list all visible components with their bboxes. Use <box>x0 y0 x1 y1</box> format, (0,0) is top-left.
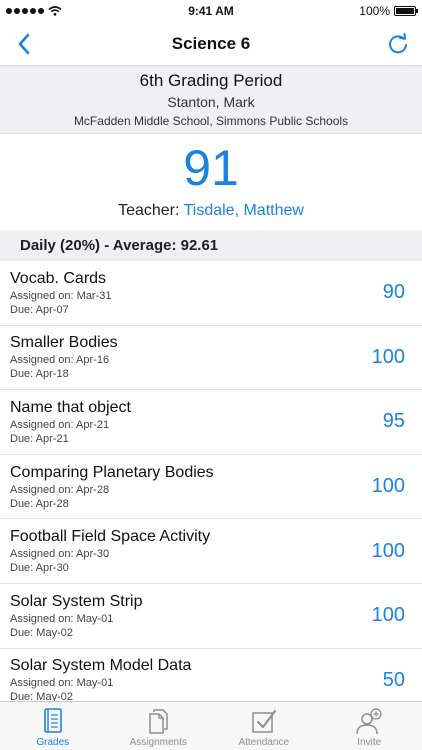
assignment-score: 95 <box>382 410 405 433</box>
add-user-icon <box>356 708 382 735</box>
grading-period-header: 6th Grading Period Stanton, Mark McFadde… <box>0 66 422 134</box>
documents-icon <box>149 709 168 734</box>
signal-strength-icon <box>6 8 44 14</box>
assignment-list: Vocab. Cards Assigned on: Mar-31 Due: Ap… <box>0 261 422 714</box>
list-item[interactable]: Vocab. Cards Assigned on: Mar-31 Due: Ap… <box>0 261 422 326</box>
assigned-date: Assigned on: Apr-28 <box>10 483 110 496</box>
due-date: Due: Apr-28 <box>10 497 69 510</box>
assignment-score: 50 <box>382 668 405 691</box>
checkbox-icon <box>252 710 276 733</box>
teacher-name-link[interactable]: Tisdale, Matthew <box>184 202 304 219</box>
status-bar: 9:41 AM 100% <box>0 0 422 22</box>
assignment-score: 100 <box>371 604 405 627</box>
tab-assignments[interactable]: Assignments <box>106 702 212 750</box>
signal-indicator <box>6 6 62 16</box>
teacher-line: Teacher: Tisdale, Matthew <box>0 202 422 220</box>
tab-label: Invite <box>357 737 382 748</box>
student-name: Stanton, Mark <box>167 94 255 110</box>
assigned-date: Assigned on: May-01 <box>10 677 114 690</box>
chevron-left-icon <box>18 33 30 54</box>
due-date: Due: Apr-30 <box>10 562 69 575</box>
assigned-date: Assigned on: Apr-21 <box>10 418 110 431</box>
assignment-title: Solar System Model Data <box>10 657 192 675</box>
tab-attendance[interactable]: Attendance <box>211 702 317 750</box>
assigned-date: Assigned on: May-01 <box>10 612 114 625</box>
battery-percent: 100% <box>359 4 390 18</box>
category-section-header: Daily (20%) - Average: 92.61 <box>0 230 422 261</box>
page-title: Science 6 <box>171 33 251 53</box>
assignment-title: Comparing Planetary Bodies <box>10 463 214 481</box>
teacher-label: Teacher: <box>118 202 180 219</box>
assignment-score: 100 <box>371 539 405 562</box>
list-item[interactable]: Comparing Planetary Bodies Assigned on: … <box>0 455 422 520</box>
grading-period-title: 6th Grading Period <box>139 71 283 90</box>
back-button[interactable] <box>10 30 38 58</box>
due-date: Due: Apr-21 <box>10 432 69 445</box>
wifi-icon <box>48 6 62 16</box>
tab-invite[interactable]: Invite <box>317 702 422 750</box>
assignment-title: Name that object <box>10 398 131 416</box>
assignment-title: Football Field Space Activity <box>10 528 211 546</box>
overall-grade: 91 <box>183 140 239 196</box>
list-item[interactable]: Solar System Strip Assigned on: May-01 D… <box>0 584 422 649</box>
tab-label: Attendance <box>238 737 290 748</box>
navigation-bar: Science 6 <box>0 22 422 66</box>
list-item[interactable]: Smaller Bodies Assigned on: Apr-16 Due: … <box>0 326 422 391</box>
assigned-date: Assigned on: Mar-31 <box>10 289 112 302</box>
assignment-score: 100 <box>371 345 405 368</box>
due-date: Due: May-02 <box>10 626 73 639</box>
assigned-date: Assigned on: Apr-16 <box>10 354 110 367</box>
due-date: Due: Apr-18 <box>10 368 69 381</box>
assignment-title: Smaller Bodies <box>10 334 118 352</box>
list-item[interactable]: Football Field Space Activity Assigned o… <box>0 519 422 584</box>
refresh-button[interactable] <box>384 30 412 58</box>
tab-bar: Grades Assignments Attendance Invite <box>0 701 422 750</box>
assignment-title: Vocab. Cards <box>10 269 107 287</box>
due-date: Due: Apr-07 <box>10 303 69 316</box>
notebook-icon <box>43 708 62 733</box>
tab-grades[interactable]: Grades <box>0 702 106 750</box>
battery-icon <box>394 6 418 16</box>
grade-summary: 91 Teacher: Tisdale, Matthew <box>0 134 422 226</box>
assignment-title: Solar System Strip <box>10 592 143 610</box>
assigned-date: Assigned on: Apr-30 <box>10 548 110 561</box>
assignment-score: 100 <box>371 475 405 498</box>
tab-label: Grades <box>36 737 70 748</box>
list-item[interactable]: Name that object Assigned on: Apr-21 Due… <box>0 390 422 455</box>
refresh-icon <box>389 32 407 53</box>
assignment-score: 90 <box>382 281 405 304</box>
school-name: McFadden Middle School, Simmons Public S… <box>73 114 349 128</box>
tab-label: Assignments <box>129 737 187 748</box>
